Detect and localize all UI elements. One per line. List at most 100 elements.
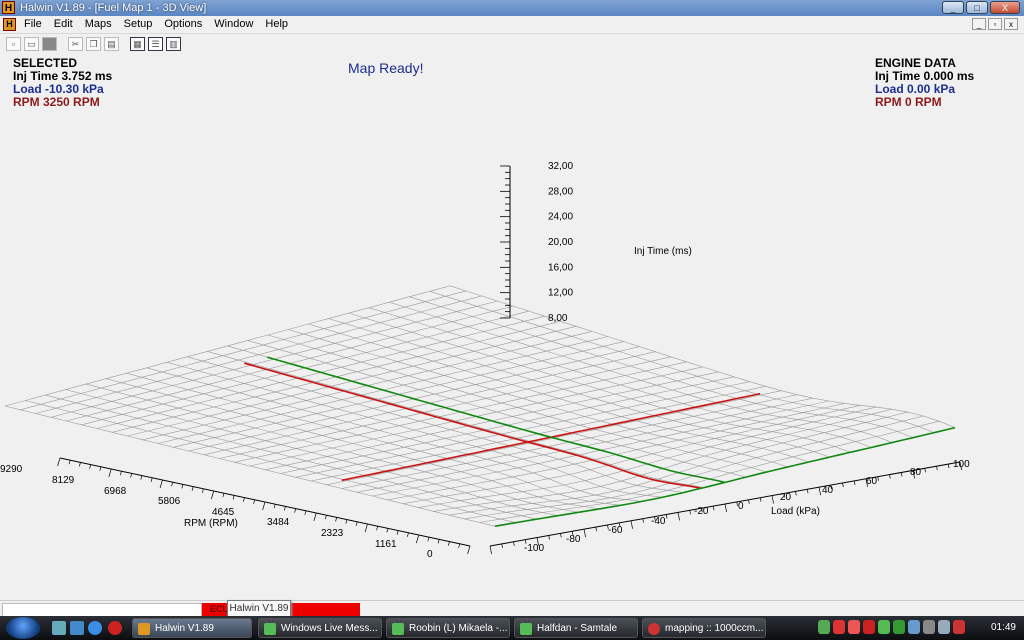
menu-file[interactable]: File [24, 16, 42, 33]
tray-messenger-icon[interactable] [818, 620, 830, 634]
task-halfdan-chat[interactable]: Halfdan - Samtale [514, 618, 638, 638]
tray-update-icon[interactable] [863, 620, 875, 634]
window-switcher-icon[interactable] [70, 621, 84, 635]
rpm-axis-tick [406, 532, 409, 537]
show-desktop-icon[interactable] [52, 621, 66, 635]
fuel-map-3d-chart[interactable]: 32,00 28,00 24,00 20,00 16,00 12,00 8,00 9290 8… [0, 54, 1024, 600]
load-axis-tick [877, 476, 879, 481]
load-axis-tick [642, 518, 644, 523]
minimize-button[interactable]: _ [942, 1, 964, 14]
rpm-axis-tick [376, 526, 379, 531]
surface-column-line [45, 394, 537, 520]
rpm-axis-tick [458, 543, 461, 548]
tray-check-icon[interactable] [893, 620, 905, 634]
menu-window[interactable]: Window [214, 16, 253, 33]
load-tick-label: 60 [866, 476, 878, 487]
load-axis-tick [712, 506, 715, 511]
mdi-minimize-button[interactable]: _ [972, 18, 986, 30]
menu-options[interactable]: Options [164, 16, 202, 33]
toolbar: ▫ ▭ ✂ ❐ ▤ ▦ ☰ ▥ [0, 34, 1024, 54]
tile-vertical-icon[interactable]: ▥ [166, 37, 181, 51]
rpm-axis-tick [304, 510, 307, 515]
rpm-axis-tick [313, 512, 317, 522]
paste-icon[interactable]: ▤ [104, 37, 119, 51]
rpm-axis-tick [191, 486, 194, 491]
rpm-axis-tick [201, 488, 204, 493]
rpm-axis-tick [130, 473, 133, 478]
load-tick-label: -40 [651, 516, 666, 527]
media-player-icon[interactable] [108, 621, 122, 635]
cascade-icon[interactable]: ▦ [130, 37, 145, 51]
load-axis-tick [689, 510, 691, 515]
load-tick-label: 40 [822, 485, 834, 496]
load-axis-tick [724, 503, 727, 513]
title-bar: H Halwin V1.89 - [Fuel Map 1 - 3D View] … [0, 0, 1024, 16]
rpm-axis-tick [232, 495, 235, 500]
taskbar: Halwin V1.89 Windows Live Mess... Roobin… [0, 616, 1024, 640]
maximize-button[interactable]: □ [966, 1, 988, 14]
rpm-axis-tick [355, 521, 358, 526]
new-icon[interactable]: ▫ [6, 37, 21, 51]
rpm-axis-tick [335, 517, 338, 522]
menu-help[interactable]: Help [265, 16, 288, 33]
task-messenger[interactable]: Windows Live Mess... [258, 618, 382, 638]
highlight-lines [244, 356, 956, 527]
window-title: Halwin V1.89 - [Fuel Map 1 - 3D View] [20, 2, 207, 14]
rpm-axis-tick [57, 457, 61, 467]
z-tick-label: 12,00 [548, 288, 573, 299]
cut-icon[interactable]: ✂ [68, 37, 83, 51]
rpm-axis-tick [427, 537, 430, 542]
tray-device-icon[interactable] [923, 620, 935, 634]
rpm-tick-label: 9290 [0, 464, 23, 475]
surface-row-line [494, 427, 956, 527]
document-icon[interactable]: H [3, 18, 16, 31]
tray-antivirus-icon[interactable] [833, 620, 845, 634]
rpm-axis-tick [211, 490, 215, 500]
close-button[interactable]: X [990, 1, 1020, 14]
task-halwin[interactable]: Halwin V1.89 [132, 618, 252, 638]
tray-network-icon[interactable] [908, 620, 920, 634]
app-icon[interactable]: H [2, 1, 15, 14]
load-axis-tick [771, 495, 774, 504]
load-axis-tick [853, 480, 856, 485]
rpm-axis-tick [364, 523, 368, 533]
start-button[interactable] [6, 617, 40, 639]
tile-horizontal-icon[interactable]: ☰ [148, 37, 163, 51]
rpm-tick-label: 3484 [267, 517, 290, 528]
engine-rpm-line [494, 426, 956, 527]
rpm-axis-tick [437, 539, 440, 544]
menu-maps[interactable]: Maps [85, 16, 112, 33]
taskbar-tooltip: Halwin V1.89 [227, 600, 291, 617]
tray-people-icon[interactable] [878, 620, 890, 634]
load-axis-label: Load (kPa) [771, 506, 820, 517]
rpm-axis-tick [181, 484, 184, 489]
load-axis-tick [818, 487, 821, 496]
rpm-axis-tick [283, 506, 286, 511]
internet-explorer-icon[interactable] [88, 621, 102, 635]
open-icon[interactable]: ▭ [24, 37, 39, 51]
save-icon[interactable] [42, 37, 57, 51]
load-tick-label: -20 [694, 506, 709, 517]
copy-icon[interactable]: ❐ [86, 37, 101, 51]
mdi-restore-button[interactable]: ▫ [988, 18, 1002, 30]
tray-mail-icon[interactable] [953, 620, 965, 634]
rpm-axis-tick [108, 468, 112, 478]
tray-flash-icon[interactable] [848, 620, 860, 634]
task-browser-mapping[interactable]: mapping :: 1000ccm... [642, 618, 766, 638]
rpm-axis-tick [140, 475, 143, 480]
rpm-axis-tick [294, 508, 297, 513]
load-axis-tick [513, 541, 515, 546]
surface-column-line [4, 405, 496, 527]
menu-setup[interactable]: Setup [124, 16, 153, 33]
z-tick-label: 32,00 [548, 161, 573, 172]
status-field [2, 603, 202, 617]
rpm-axis-tick [262, 501, 266, 511]
menu-edit[interactable]: Edit [54, 16, 73, 33]
load-axis-tick [489, 545, 492, 555]
load-tick-label: -100 [524, 543, 544, 554]
task-roobin-chat[interactable]: Roobin (L) Mikaela -... [386, 618, 510, 638]
rpm-axis-tick [396, 530, 399, 535]
tray-volume-icon[interactable] [938, 620, 950, 634]
mdi-close-button[interactable]: x [1004, 18, 1018, 30]
rpm-axis-tick [253, 499, 256, 504]
